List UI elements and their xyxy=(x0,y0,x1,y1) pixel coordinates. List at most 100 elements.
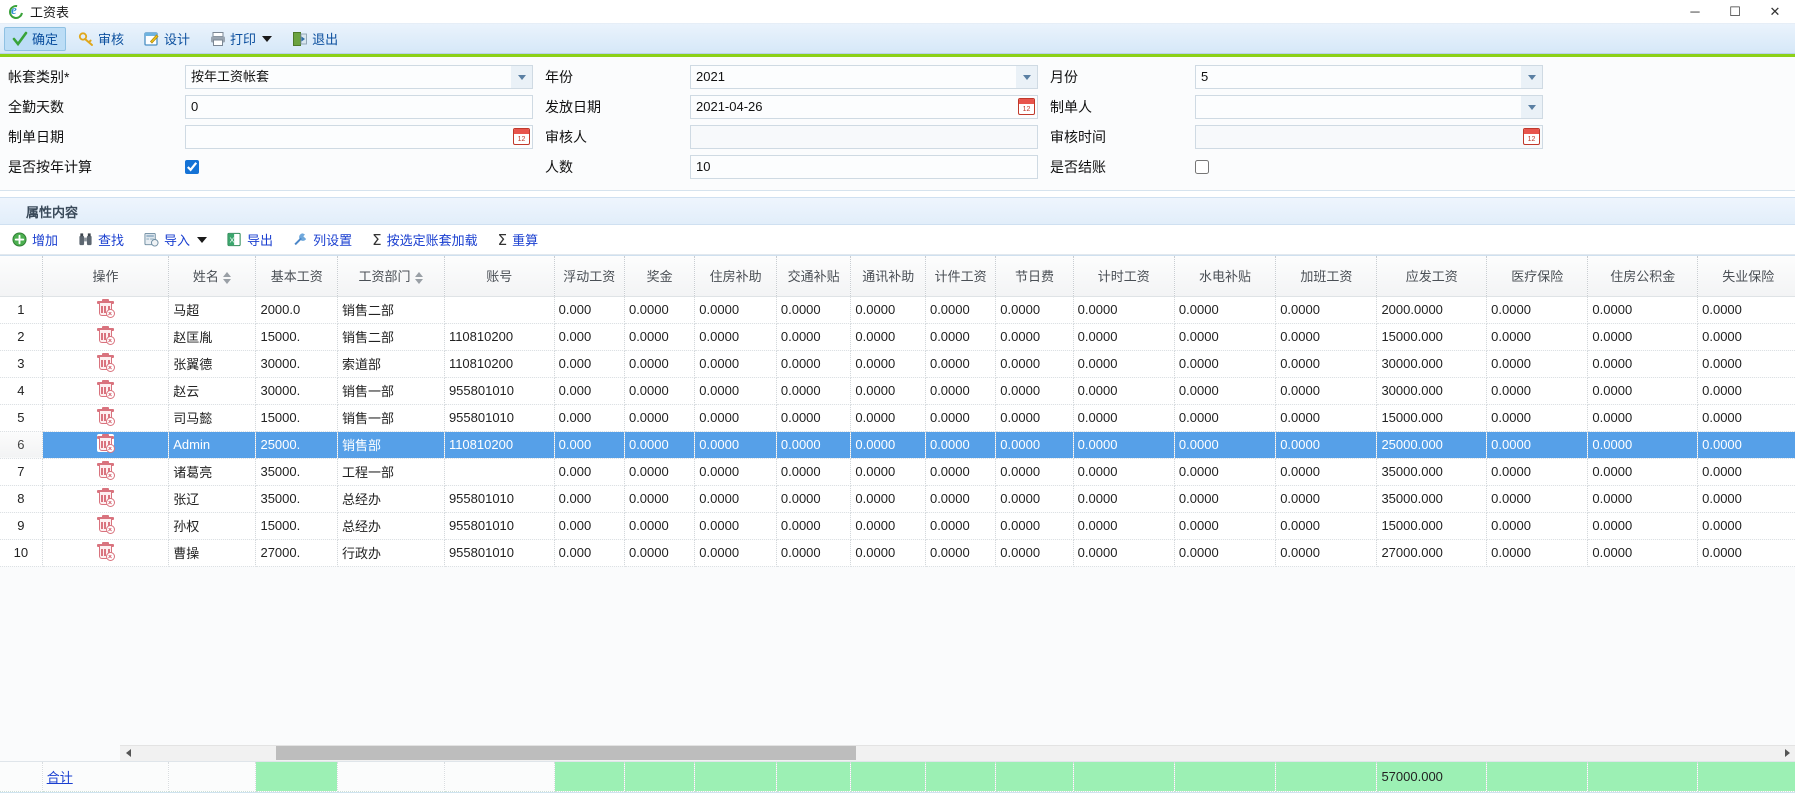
cell-name[interactable]: 张辽 xyxy=(168,485,257,513)
cell-gross[interactable]: 30000.000 xyxy=(1376,377,1488,405)
cell-transport[interactable]: 0.0000 xyxy=(776,323,852,351)
cell-bonus[interactable]: 0.0000 xyxy=(624,323,696,351)
cell-bonus[interactable]: 0.0000 xyxy=(624,458,696,486)
cell-transport[interactable]: 0.0000 xyxy=(776,431,852,459)
cell-fund[interactable]: 0.0000 xyxy=(1587,512,1699,540)
cell-bonus[interactable]: 0.0000 xyxy=(624,512,696,540)
cell-housing_sub[interactable]: 0.0000 xyxy=(694,323,777,351)
cell-transport[interactable]: 0.0000 xyxy=(776,377,852,405)
chevron-down-icon[interactable] xyxy=(262,35,273,42)
cell-base[interactable]: 35000. xyxy=(255,485,339,513)
is-settled-checkbox[interactable] xyxy=(1195,160,1209,174)
cell-comm_sub[interactable]: 0.0000 xyxy=(850,350,926,378)
sort-arrows-icon[interactable] xyxy=(222,271,232,284)
row-action-cell[interactable] xyxy=(42,377,170,405)
cell-dept[interactable]: 行政办 xyxy=(337,539,445,567)
cell-dept[interactable]: 工程一部 xyxy=(337,458,445,486)
cell-utility_sub[interactable]: 0.0000 xyxy=(1174,485,1277,513)
cell-utility_sub[interactable]: 0.0000 xyxy=(1174,350,1277,378)
cell-comm_sub[interactable]: 0.0000 xyxy=(850,404,926,432)
cell-housing_sub[interactable]: 0.0000 xyxy=(694,431,777,459)
column-header-name[interactable]: 姓名 xyxy=(168,256,257,297)
recalculate-button[interactable]: Σ 重算 xyxy=(492,228,545,252)
cell-account[interactable]: 955801010 xyxy=(444,512,555,540)
full-attendance-days-input[interactable]: 0 xyxy=(185,95,533,119)
cell-fund[interactable]: 0.0000 xyxy=(1587,404,1699,432)
cell-base[interactable]: 15000. xyxy=(255,404,339,432)
cell-hour_wage[interactable]: 0.0000 xyxy=(1073,431,1175,459)
cell-unemployment[interactable]: 0.0000 xyxy=(1697,512,1795,540)
cell-base[interactable]: 35000. xyxy=(255,458,339,486)
cell-overtime[interactable]: 0.0000 xyxy=(1275,404,1378,432)
prepare-date-input[interactable] xyxy=(185,125,533,149)
cell-medical[interactable]: 0.0000 xyxy=(1486,485,1589,513)
cell-piece_wage[interactable]: 0.0000 xyxy=(925,296,997,324)
row-action-cell[interactable] xyxy=(42,458,170,486)
cell-comm_sub[interactable]: 0.0000 xyxy=(850,377,926,405)
cell-holiday_fee[interactable]: 0.0000 xyxy=(995,350,1074,378)
delete-row-trash-icon[interactable] xyxy=(96,407,115,426)
cell-float[interactable]: 0.000 xyxy=(554,485,625,513)
field-account-set-type[interactable]: 按年工资帐套 xyxy=(185,65,533,89)
cell-piece_wage[interactable]: 0.0000 xyxy=(925,404,997,432)
chevron-down-icon[interactable] xyxy=(511,66,532,88)
row-action-cell[interactable] xyxy=(42,539,170,567)
cell-account[interactable]: 110810200 xyxy=(444,431,555,459)
cell-holiday_fee[interactable]: 0.0000 xyxy=(995,431,1074,459)
print-button[interactable]: 打印 xyxy=(202,27,280,51)
calculate-by-year-checkbox[interactable] xyxy=(185,160,199,174)
cell-hour_wage[interactable]: 0.0000 xyxy=(1073,323,1175,351)
field-headcount[interactable]: 10 xyxy=(690,155,1038,179)
cell-comm_sub[interactable]: 0.0000 xyxy=(850,485,926,513)
delete-row-trash-icon[interactable] xyxy=(96,488,115,507)
cell-fund[interactable]: 0.0000 xyxy=(1587,431,1699,459)
cell-overtime[interactable]: 0.0000 xyxy=(1275,458,1378,486)
cell-unemployment[interactable]: 0.0000 xyxy=(1697,431,1795,459)
confirm-button[interactable]: 确定 xyxy=(4,26,67,51)
cell-transport[interactable]: 0.0000 xyxy=(776,539,852,567)
cell-comm_sub[interactable]: 0.0000 xyxy=(850,539,926,567)
cell-account[interactable]: 955801010 xyxy=(444,377,555,405)
cell-account[interactable]: 955801010 xyxy=(444,485,555,513)
delete-row-trash-icon[interactable] xyxy=(96,515,115,534)
calendar-icon[interactable] xyxy=(513,128,530,145)
cell-account[interactable] xyxy=(444,458,555,486)
cell-name[interactable]: 赵匡胤 xyxy=(168,323,257,351)
cell-fund[interactable]: 0.0000 xyxy=(1587,485,1699,513)
cell-transport[interactable]: 0.0000 xyxy=(776,458,852,486)
cell-dept[interactable]: 销售部 xyxy=(337,431,445,459)
table-row[interactable]: 3 张翼德 30000. 索道部 110810200 0.000 0.0000 0.0000 0… xyxy=(0,350,1795,378)
cell-unemployment[interactable]: 0.0000 xyxy=(1697,404,1795,432)
cell-overtime[interactable]: 0.0000 xyxy=(1275,539,1378,567)
cell-utility_sub[interactable]: 0.0000 xyxy=(1174,323,1277,351)
cell-hour_wage[interactable]: 0.0000 xyxy=(1073,458,1175,486)
cell-housing_sub[interactable]: 0.0000 xyxy=(694,296,777,324)
cell-account[interactable]: 110810200 xyxy=(444,350,555,378)
cell-piece_wage[interactable]: 0.0000 xyxy=(925,431,997,459)
field-is-settled[interactable] xyxy=(1195,155,1543,179)
cell-float[interactable]: 0.000 xyxy=(554,404,625,432)
exit-button[interactable]: 退出 xyxy=(284,27,346,51)
delete-row-trash-icon[interactable] xyxy=(96,542,115,561)
delete-row-trash-icon[interactable] xyxy=(96,434,115,453)
cell-name[interactable]: 司马懿 xyxy=(168,404,257,432)
cell-overtime[interactable]: 0.0000 xyxy=(1275,296,1378,324)
cell-unemployment[interactable]: 0.0000 xyxy=(1697,539,1795,567)
cell-overtime[interactable]: 0.0000 xyxy=(1275,350,1378,378)
cell-comm_sub[interactable]: 0.0000 xyxy=(850,323,926,351)
month-input[interactable]: 5 xyxy=(1195,65,1543,89)
table-row[interactable]: 10 曹操 27000. 行政办 955801010 0.000 0.0000 0.0000 0… xyxy=(0,539,1795,567)
cell-piece_wage[interactable]: 0.0000 xyxy=(925,323,997,351)
cell-overtime[interactable]: 0.0000 xyxy=(1275,485,1378,513)
cell-medical[interactable]: 0.0000 xyxy=(1486,296,1589,324)
maximize-button[interactable]: ☐ xyxy=(1715,0,1755,24)
cell-unemployment[interactable]: 0.0000 xyxy=(1697,296,1795,324)
field-full-attendance-days[interactable]: 0 xyxy=(185,95,533,119)
cell-housing_sub[interactable]: 0.0000 xyxy=(694,350,777,378)
scrollbar-thumb[interactable] xyxy=(276,746,856,760)
table-row[interactable]: 4 赵云 30000. 销售一部 955801010 0.000 0.0000 0.0000 0… xyxy=(0,377,1795,405)
cell-base[interactable]: 15000. xyxy=(255,323,339,351)
cell-fund[interactable]: 0.0000 xyxy=(1587,323,1699,351)
field-audit-time[interactable] xyxy=(1195,125,1543,149)
table-row[interactable]: 2 赵匡胤 15000. 销售二部 110810200 0.000 0.0000 0.0000… xyxy=(0,323,1795,351)
